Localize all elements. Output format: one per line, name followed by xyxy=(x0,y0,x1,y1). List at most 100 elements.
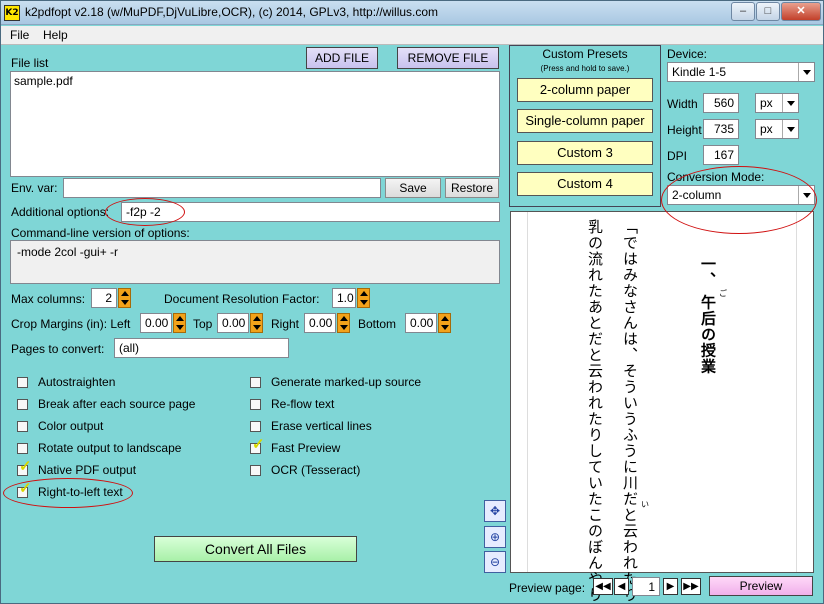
env-var-input[interactable] xyxy=(63,178,381,198)
reflow-label: Re-flow text xyxy=(271,397,335,411)
crop-left-label: Crop Margins (in): Left xyxy=(11,317,131,331)
preview-text-line-3: 乳の流れたあとだと云われたりしていたこのぼんやり xyxy=(586,219,604,603)
crop-right-spinner[interactable] xyxy=(337,313,350,333)
title-bar: K2 k2pdfopt v2.18 (w/MuPDF,DjVuLibre,OCR… xyxy=(1,1,823,25)
convert-all-button[interactable]: Convert All Files xyxy=(154,536,357,562)
color-output-label: Color output xyxy=(38,419,104,433)
file-list-label: File list xyxy=(11,56,49,70)
preview-heading: 一、 午后の授業 xyxy=(699,256,717,375)
preset-custom-3-button[interactable]: Custom 3 xyxy=(517,141,653,165)
doc-res-spinner[interactable] xyxy=(357,288,370,308)
dpi-input[interactable]: 167 xyxy=(703,145,739,165)
restore-button[interactable]: Restore xyxy=(445,178,499,198)
annotation-circle-mode xyxy=(661,166,817,234)
doc-res-input[interactable]: 1.0 xyxy=(332,288,356,308)
menu-file[interactable]: File xyxy=(10,28,29,42)
autostraighten-label: Autostraighten xyxy=(38,375,116,389)
preset-2-column-button[interactable]: 2-column paper xyxy=(517,78,653,102)
erase-lines-checkbox[interactable] xyxy=(250,421,261,432)
device-select[interactable]: Kindle 1-5 xyxy=(667,62,815,82)
crop-left-input[interactable]: 0.00 xyxy=(140,313,172,333)
remove-file-button[interactable]: REMOVE FILE xyxy=(397,47,499,69)
width-input[interactable]: 560 xyxy=(703,93,739,113)
custom-presets-subtitle: (Press and hold to save.) xyxy=(540,64,630,73)
window-title: k2pdfopt v2.18 (w/MuPDF,DjVuLibre,OCR), … xyxy=(25,5,439,19)
width-unit-dropdown-icon[interactable] xyxy=(782,94,798,112)
app-icon: K2 xyxy=(4,5,20,21)
preview-text-line-2: 「ではみなさんは、そういうふうに川だと云われたり、 xyxy=(621,219,639,604)
reflow-checkbox[interactable] xyxy=(250,399,261,410)
crop-bottom-input[interactable]: 0.00 xyxy=(405,313,437,333)
pan-icon[interactable]: ✥ xyxy=(484,500,506,522)
minimize-button[interactable]: – xyxy=(731,2,755,21)
fast-preview-check-icon: ✓ xyxy=(252,436,265,453)
crop-left-spinner[interactable] xyxy=(173,313,186,333)
menu-help[interactable]: Help xyxy=(43,28,68,42)
prev-page-icon[interactable]: ◀ xyxy=(614,578,629,595)
pages-input[interactable]: (all) xyxy=(114,338,289,358)
native-pdf-label: Native PDF output xyxy=(38,463,137,477)
zoom-out-icon[interactable]: ⊖ xyxy=(484,551,506,573)
device-dropdown-icon[interactable] xyxy=(798,63,814,81)
color-output-checkbox[interactable] xyxy=(17,421,28,432)
max-columns-label: Max columns: xyxy=(11,292,86,306)
doc-res-label: Document Resolution Factor: xyxy=(164,292,320,306)
landscape-checkbox[interactable] xyxy=(17,443,28,454)
file-list-item[interactable]: sample.pdf xyxy=(14,74,73,88)
additional-options-label: Additional options: xyxy=(11,205,110,219)
device-label: Device: xyxy=(667,47,708,61)
width-unit-value: px xyxy=(760,96,773,110)
ocr-label: OCR (Tesseract) xyxy=(271,463,361,477)
first-page-icon[interactable]: ◀◀ xyxy=(593,578,613,595)
add-file-button[interactable]: ADD FILE xyxy=(306,47,378,69)
autostraighten-checkbox[interactable] xyxy=(17,377,28,388)
preview-page xyxy=(527,212,797,572)
marked-up-label: Generate marked-up source xyxy=(271,375,422,389)
preview-ruby-1: ご xyxy=(719,289,727,298)
preview-ruby-2: い xyxy=(641,500,649,509)
fast-preview-label: Fast Preview xyxy=(271,441,341,455)
preview-page-label: Preview page: xyxy=(509,581,586,595)
preset-custom-4-button[interactable]: Custom 4 xyxy=(517,172,653,196)
zoom-in-icon[interactable]: ⊕ xyxy=(484,526,506,548)
marked-up-checkbox[interactable] xyxy=(250,377,261,388)
preview-pane[interactable] xyxy=(510,211,814,573)
width-label: Width xyxy=(667,97,698,111)
save-button[interactable]: Save xyxy=(385,178,441,198)
pages-label: Pages to convert: xyxy=(11,342,105,356)
crop-right-input[interactable]: 0.00 xyxy=(304,313,336,333)
crop-bottom-label: Bottom xyxy=(358,317,397,331)
preview-button[interactable]: Preview xyxy=(709,576,813,596)
ocr-checkbox[interactable] xyxy=(250,465,261,476)
max-columns-spinner[interactable] xyxy=(118,288,131,308)
command-line-display: -mode 2col -gui+ -r xyxy=(10,240,500,284)
annotation-circle-options xyxy=(105,198,185,226)
next-page-icon[interactable]: ▶ xyxy=(663,578,678,595)
maximize-button[interactable]: □ xyxy=(756,2,780,21)
dpi-label: DPI xyxy=(667,149,688,163)
height-label: Height xyxy=(667,123,702,137)
device-value: Kindle 1-5 xyxy=(672,65,727,79)
crop-top-input[interactable]: 0.00 xyxy=(217,313,249,333)
height-input[interactable]: 735 xyxy=(703,119,739,139)
crop-top-label: Top xyxy=(193,317,213,331)
crop-bottom-spinner[interactable] xyxy=(438,313,451,333)
custom-presets-title: Custom Presets xyxy=(542,47,628,61)
native-pdf-check-icon: ✓ xyxy=(19,458,32,475)
break-page-label: Break after each source page xyxy=(38,397,196,411)
max-columns-input[interactable]: 2 xyxy=(91,288,117,308)
crop-right-label: Right xyxy=(271,317,300,331)
preset-single-column-button[interactable]: Single-column paper xyxy=(517,109,653,133)
command-line-label: Command-line version of options: xyxy=(11,226,190,240)
close-button[interactable]: ✕ xyxy=(781,2,821,21)
landscape-label: Rotate output to landscape xyxy=(38,441,182,455)
menu-bar: File Help xyxy=(1,26,823,45)
break-page-checkbox[interactable] xyxy=(17,399,28,410)
crop-top-spinner[interactable] xyxy=(250,313,263,333)
height-unit-dropdown-icon[interactable] xyxy=(782,120,798,138)
file-list[interactable]: sample.pdf xyxy=(10,71,500,177)
app-window: K2 k2pdfopt v2.18 (w/MuPDF,DjVuLibre,OCR… xyxy=(0,0,824,604)
preview-page-input[interactable]: 1 xyxy=(632,577,660,596)
last-page-icon[interactable]: ▶▶ xyxy=(681,578,701,595)
command-line-text: -mode 2col -gui+ -r xyxy=(17,245,119,259)
